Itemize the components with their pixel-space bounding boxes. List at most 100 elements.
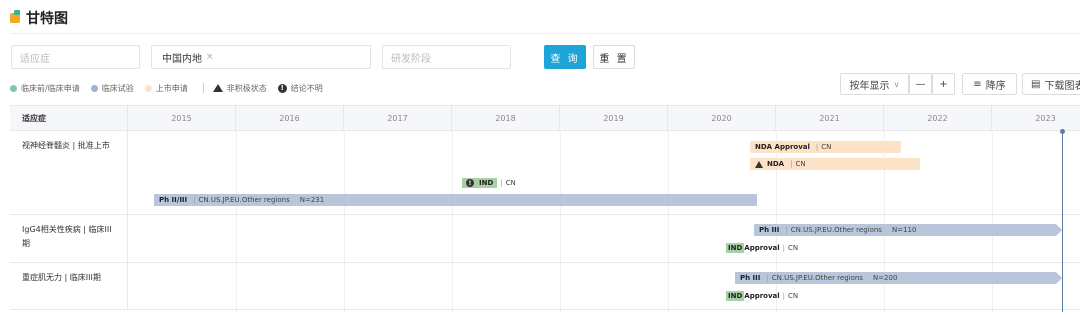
- gantt-bar[interactable]: ! IND | CN: [462, 177, 516, 189]
- year-header: 2022: [884, 106, 992, 130]
- query-button[interactable]: 查 询: [544, 45, 586, 69]
- today-marker: [1060, 129, 1065, 312]
- bar-title: Ph III: [759, 226, 780, 234]
- bar-divider: |: [815, 143, 819, 151]
- legend-item-preclinical: 临床前/临床申请: [10, 83, 80, 94]
- reset-button[interactable]: 重 置: [593, 45, 635, 69]
- year-header: 2023: [992, 106, 1080, 130]
- bar-sample-size: N=110: [891, 226, 917, 234]
- exclamation-icon: !: [466, 179, 474, 187]
- bar-badge: IND: [726, 291, 745, 301]
- indication-select[interactable]: 适应症: [11, 45, 140, 69]
- gantt-grid: 适应症 2015 2016 2017 2018 2019 2020 2021 2…: [10, 105, 1080, 312]
- gantt-bar[interactable]: IND Approval | CN: [726, 242, 798, 254]
- gantt-bar[interactable]: NDA Approval | CN: [750, 141, 901, 153]
- row-indication-label: 视神经脊髓炎 | 批准上市: [10, 131, 128, 214]
- peach-dot-icon: [144, 84, 152, 92]
- year-header: 2017: [344, 106, 452, 130]
- row-indication-label: 重症肌无力 | 临床III期: [10, 263, 128, 309]
- bar-badge: ! IND: [462, 178, 498, 188]
- year-header: 2015: [128, 106, 236, 130]
- bar-title: NDA: [767, 160, 785, 168]
- bar-region: CN.US.JP.EU.Other regions: [198, 196, 290, 204]
- bar-divider: |: [785, 226, 788, 234]
- download-label: 下载图表: [1044, 80, 1080, 92]
- download-icon: ▤: [1031, 78, 1041, 90]
- exclamation-icon: !: [277, 83, 287, 93]
- legend-item-nda: 上市申请: [144, 83, 188, 94]
- bar-region: CN: [788, 244, 799, 252]
- legend-divider: [202, 83, 204, 93]
- region-tag-label: 中国内地: [162, 53, 202, 65]
- gantt-logo-icon: [10, 10, 20, 23]
- bar-title: IND: [479, 179, 494, 187]
- gantt-bar[interactable]: Ph III | CN.US.JP.EU.Other regions N=110: [754, 224, 1062, 236]
- legend-label: 上市申请: [155, 83, 188, 93]
- indication-placeholder: 适应症: [20, 53, 50, 65]
- indication-column-header: 适应症: [10, 106, 128, 130]
- bar-region: CN: [821, 143, 832, 151]
- sort-icon: ≡: [973, 78, 982, 90]
- download-button[interactable]: ▤ 下载图表: [1022, 73, 1080, 95]
- legend-item-clinical: 临床试验: [90, 83, 134, 94]
- bar-badge: IND: [726, 243, 745, 253]
- legend-label: 临床前/临床申请: [21, 83, 80, 93]
- page-title: 甘特图: [26, 11, 68, 27]
- bar-region: CN: [795, 160, 806, 168]
- sort-label: 降序: [985, 80, 1006, 92]
- legend-label: 结论不明: [290, 83, 323, 93]
- bar-region: CN: [788, 292, 799, 300]
- gantt-row: 视神经脊髓炎 | 批准上市 NDA Approval | CN NDA | CN ! IN…: [10, 131, 1080, 215]
- bar-title: Ph II/III: [159, 196, 188, 204]
- bar-divider: |: [500, 179, 503, 187]
- header-divider: [10, 33, 1080, 34]
- bar-title: Ph III: [740, 274, 761, 282]
- gantt-bar[interactable]: NDA | CN: [750, 158, 920, 170]
- bar-region: CN: [505, 179, 516, 187]
- bar-divider: |: [790, 160, 793, 168]
- gantt-bar[interactable]: IND Approval | CN: [726, 290, 798, 302]
- stage-select[interactable]: 研发阶段: [382, 45, 511, 69]
- gantt-header: 适应症 2015 2016 2017 2018 2019 2020 2021 2…: [10, 105, 1080, 131]
- sort-button[interactable]: ≡ 降序: [962, 73, 1017, 95]
- green-dot-icon: [10, 84, 17, 92]
- legend: 临床前/临床申请 临床试验 上市申请 非积极状态 ! 结论不明: [10, 82, 329, 94]
- chevron-down-icon: ∨: [893, 79, 900, 89]
- gantt-row: IgG4相关性疾病 | 临床III期 Ph III | CN.US.JP.EU.Ot…: [10, 215, 1080, 263]
- year-header: 2018: [452, 106, 560, 130]
- row-indication-label: IgG4相关性疾病 | 临床III期: [10, 215, 128, 262]
- stage-placeholder: 研发阶段: [391, 53, 431, 65]
- region-select[interactable]: 中国内地 ×: [151, 45, 371, 69]
- zoom-out-button[interactable]: —: [909, 73, 932, 95]
- view-mode-label: 按年显示: [849, 80, 890, 92]
- bar-region: CN.US.JP.EU.Other regions: [790, 226, 882, 234]
- year-header: 2016: [236, 106, 344, 130]
- legend-label: 非积极状态: [226, 83, 267, 93]
- bar-divider: |: [782, 292, 786, 300]
- bar-divider: |: [193, 196, 196, 204]
- bar-sample-size: N=231: [299, 196, 325, 204]
- bar-sample-size: N=200: [872, 274, 898, 282]
- close-icon[interactable]: ×: [206, 52, 214, 62]
- bar-title: Approval: [744, 244, 780, 252]
- gantt-row: 重症肌无力 | 临床III期 Ph III | CN.US.JP.EU.Other …: [10, 263, 1080, 310]
- bar-region: CN.US.JP.EU.Other regions: [771, 274, 863, 282]
- region-tag: 中国内地 ×: [160, 50, 216, 65]
- gantt-bar[interactable]: Ph III | CN.US.JP.EU.Other regions N=200: [735, 272, 1062, 284]
- year-header: 2021: [776, 106, 884, 130]
- year-header: 2019: [560, 106, 668, 130]
- page-header: 甘特图: [10, 8, 68, 28]
- bar-divider: |: [766, 274, 769, 282]
- legend-label: 临床试验: [101, 83, 134, 93]
- gantt-bar[interactable]: Ph II/III | CN.US.JP.EU.Other regions N=231: [154, 194, 757, 206]
- legend-item-unclear: ! 结论不明: [277, 83, 323, 94]
- triangle-icon: [755, 160, 763, 168]
- view-mode-select[interactable]: 按年显示 ∨: [840, 73, 909, 95]
- zoom-in-button[interactable]: +: [932, 73, 955, 95]
- bar-title: Approval: [744, 292, 780, 300]
- legend-item-inactive: 非积极状态: [212, 83, 267, 94]
- blue-dot-icon: [90, 84, 98, 92]
- triangle-icon: [212, 84, 223, 92]
- bar-divider: |: [782, 244, 786, 252]
- year-header: 2020: [668, 106, 776, 130]
